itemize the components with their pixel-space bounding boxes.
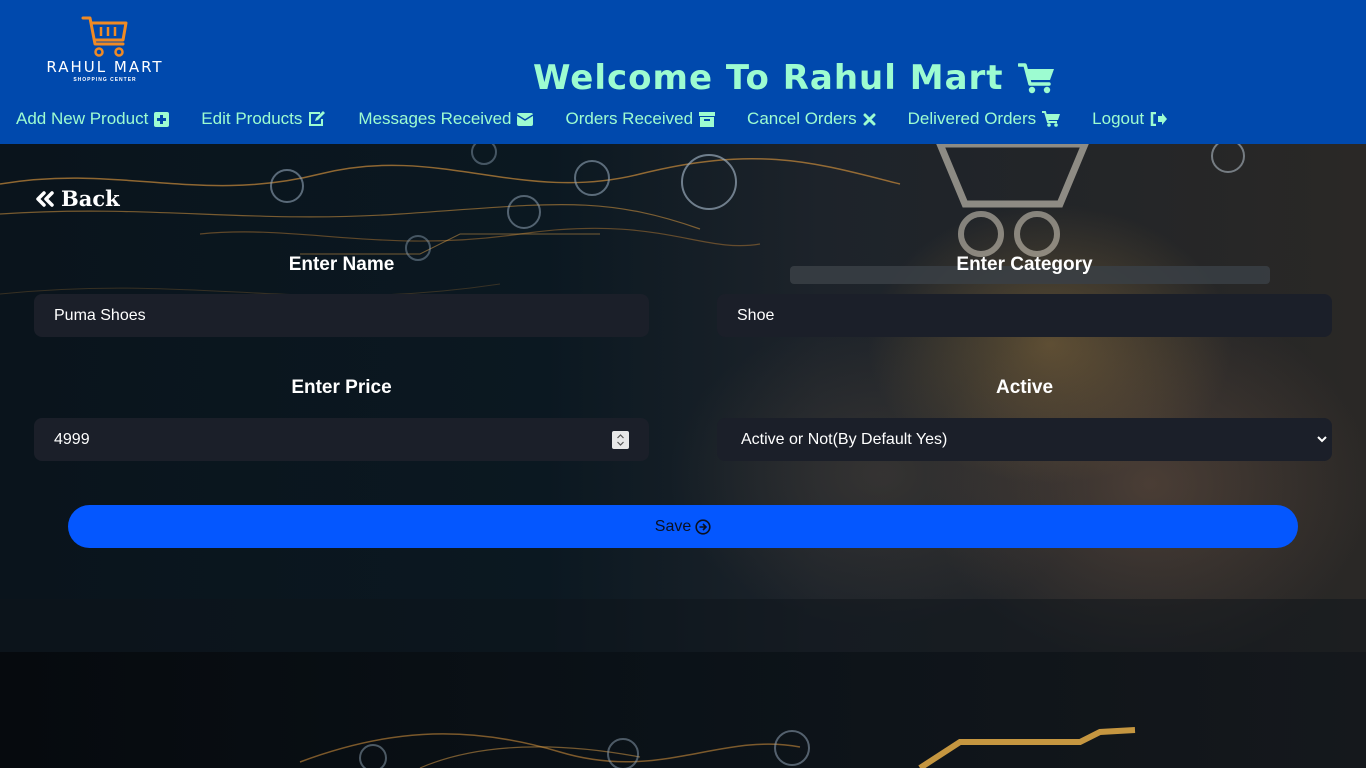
nav-label: Logout bbox=[1092, 109, 1145, 128]
top-header: RAHUL MART SHOPPING CENTER Welcome To Ra… bbox=[0, 0, 1366, 144]
save-label: Save bbox=[654, 517, 692, 535]
name-input[interactable]: Puma Shoes bbox=[34, 294, 649, 337]
nav-cancel-orders[interactable]: Cancel Orders bbox=[747, 109, 876, 129]
nav-label: Edit Products bbox=[201, 109, 303, 128]
angle-double-left-icon bbox=[36, 190, 54, 207]
nav-add-new-product[interactable]: Add New Product bbox=[16, 109, 170, 129]
cart-icon bbox=[1042, 111, 1061, 127]
spinner-arrows-icon bbox=[617, 434, 624, 446]
nav-label: Cancel Orders bbox=[747, 109, 857, 128]
edit-icon bbox=[309, 111, 326, 126]
logo-name: RAHUL MART bbox=[46, 58, 164, 76]
category-label: Enter Category bbox=[956, 254, 1093, 275]
times-icon bbox=[863, 113, 876, 125]
envelope-icon bbox=[517, 112, 534, 126]
main-nav: Add New Product Edit Products Messages R… bbox=[16, 107, 1168, 131]
back-label: Back bbox=[61, 186, 120, 211]
shopping-cart-icon bbox=[1017, 63, 1054, 94]
price-label: Enter Price bbox=[291, 377, 392, 398]
nav-label: Orders Received bbox=[565, 109, 694, 128]
nav-logout[interactable]: Logout bbox=[1092, 109, 1168, 129]
chevron-down-icon bbox=[1317, 436, 1327, 443]
nav-orders-received[interactable]: Orders Received bbox=[565, 109, 716, 129]
number-spinner[interactable] bbox=[612, 431, 629, 449]
logo-cart-icon bbox=[81, 16, 128, 57]
nav-edit-products[interactable]: Edit Products bbox=[201, 109, 326, 129]
logo-subtitle: SHOPPING CENTER bbox=[73, 77, 137, 83]
nav-label: Delivered Orders bbox=[907, 109, 1037, 128]
nav-label: Messages Received bbox=[358, 109, 512, 128]
arrow-circle-right-icon bbox=[695, 518, 711, 535]
category-input[interactable]: Shoe bbox=[717, 294, 1332, 337]
sign-out-icon bbox=[1150, 112, 1168, 126]
welcome-heading: Welcome To Rahul Mart bbox=[533, 56, 1056, 100]
active-select[interactable]: Active or Not(By Default Yes) bbox=[717, 418, 1332, 461]
name-value: Puma Shoes bbox=[54, 306, 146, 324]
archive-icon bbox=[699, 111, 716, 127]
circuit-background-image bbox=[299, 727, 1136, 768]
welcome-text: Welcome To Rahul Mart bbox=[533, 58, 1004, 98]
name-label: Enter Name bbox=[288, 254, 395, 275]
rahul-mart-logo[interactable]: RAHUL MART SHOPPING CENTER bbox=[30, 14, 180, 92]
nav-messages-received[interactable]: Messages Received bbox=[358, 109, 534, 129]
active-selected-value: Active or Not(By Default Yes) bbox=[741, 430, 948, 448]
save-button[interactable]: Save bbox=[68, 505, 1298, 548]
hero-background-bottom bbox=[0, 652, 1366, 768]
nav-label: Add New Product bbox=[16, 109, 149, 128]
plus-square-icon bbox=[154, 111, 170, 127]
price-value: 4999 bbox=[54, 430, 90, 448]
category-value: Shoe bbox=[737, 306, 775, 324]
price-input[interactable]: 4999 bbox=[34, 418, 649, 461]
back-link[interactable]: Back bbox=[35, 186, 120, 211]
nav-delivered-orders[interactable]: Delivered Orders bbox=[908, 109, 1061, 129]
active-label: Active bbox=[995, 377, 1054, 398]
